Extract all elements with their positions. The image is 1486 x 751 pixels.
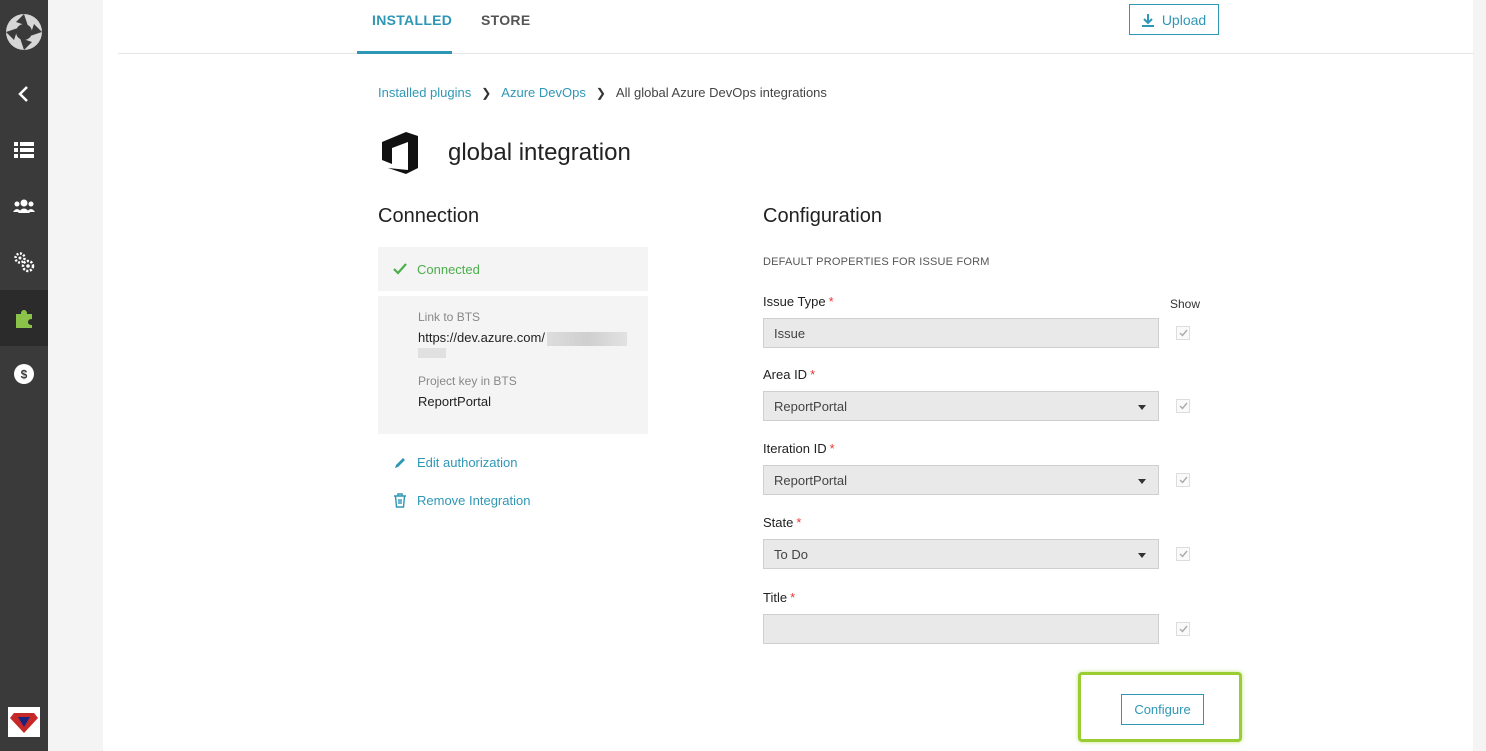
caret-down-icon xyxy=(1138,405,1146,410)
edit-authorization-label: Edit authorization xyxy=(417,455,518,470)
configuration-title: Configuration xyxy=(763,205,882,227)
required-mark: * xyxy=(828,294,834,309)
breadcrumb-chevron-icon: ❯ xyxy=(481,85,492,100)
users-icon[interactable] xyxy=(0,178,48,234)
remove-integration-label: Remove Integration xyxy=(417,493,531,508)
breadcrumb: Installed plugins ❯ Azure DevOps ❯ All g… xyxy=(378,85,827,100)
state-show-checkbox[interactable] xyxy=(1176,547,1190,561)
title-label-text: Title xyxy=(763,590,788,605)
breadcrumb-azure-devops[interactable]: Azure DevOps xyxy=(501,85,586,100)
checkmark-icon xyxy=(1179,625,1188,633)
launches-list-icon[interactable] xyxy=(0,122,48,178)
link-to-bts-value: https://dev.azure.com/ xyxy=(418,330,648,358)
trash-icon xyxy=(394,493,406,508)
checkmark-icon xyxy=(1179,402,1188,410)
redacted-blur xyxy=(546,331,627,346)
active-tab-indicator xyxy=(357,51,452,54)
tab-installed[interactable]: INSTALLED xyxy=(372,12,452,28)
iteration-id-label: Iteration ID * xyxy=(763,441,835,456)
checkmark-icon xyxy=(1179,476,1188,484)
pencil-icon xyxy=(395,457,405,468)
plugins-puzzle-icon[interactable] xyxy=(0,290,48,346)
checkmark-icon xyxy=(1179,329,1188,337)
area-id-select[interactable]: ReportPortal xyxy=(763,391,1159,421)
title-show-checkbox[interactable] xyxy=(1176,622,1190,636)
show-column-label: Show xyxy=(1170,297,1201,311)
breadcrumb-current: All global Azure DevOps integrations xyxy=(615,85,827,100)
app-logo-icon[interactable] xyxy=(0,4,48,60)
configuration-subtitle: DEFAULT PROPERTIES FOR ISSUE FORM xyxy=(763,256,990,268)
issue-type-label-text: Issue Type xyxy=(763,294,826,309)
user-avatar[interactable] xyxy=(0,694,48,750)
azure-devops-logo-icon xyxy=(380,130,426,181)
back-chevron-icon[interactable] xyxy=(0,66,48,122)
area-id-value: ReportPortal xyxy=(774,398,847,414)
required-mark: * xyxy=(829,441,835,456)
connection-details: Link to BTS https://dev.azure.com/ Proje… xyxy=(378,296,648,434)
tab-store[interactable]: STORE xyxy=(481,12,530,28)
settings-gears-icon[interactable] xyxy=(0,234,48,290)
caret-down-icon xyxy=(1138,479,1146,484)
iteration-id-value: ReportPortal xyxy=(774,472,847,488)
upload-label: Upload xyxy=(1161,11,1207,28)
tabs-bar: INSTALLED STORE Upload xyxy=(118,0,1474,54)
project-key-value: ReportPortal xyxy=(418,393,491,409)
state-select[interactable]: To Do xyxy=(763,539,1159,569)
connection-status: Connected xyxy=(378,247,648,291)
iteration-id-select[interactable]: ReportPortal xyxy=(763,465,1159,495)
issue-type-field[interactable]: Issue xyxy=(763,318,1159,348)
redacted-blur xyxy=(418,347,446,358)
configure-button[interactable]: Configure xyxy=(1121,694,1204,725)
title-label: Title * xyxy=(763,590,795,605)
svg-text:$: $ xyxy=(21,368,28,382)
breadcrumb-chevron-icon: ❯ xyxy=(595,85,606,100)
link-to-bts-label: Link to BTS xyxy=(418,310,481,324)
remove-integration-link[interactable]: Remove Integration xyxy=(393,493,530,508)
breadcrumb-installed-plugins[interactable]: Installed plugins xyxy=(378,85,471,100)
sidebar: $ xyxy=(0,0,48,751)
connection-status-label: Connected xyxy=(417,261,480,277)
billing-dollar-icon[interactable]: $ xyxy=(0,346,48,402)
edit-authorization-link[interactable]: Edit authorization xyxy=(393,455,517,470)
required-mark: * xyxy=(810,367,816,382)
iteration-id-label-text: Iteration ID xyxy=(763,441,827,456)
title-field[interactable] xyxy=(763,614,1159,644)
page-title: global integration xyxy=(448,139,631,166)
required-mark: * xyxy=(790,590,796,605)
issue-type-label: Issue Type * xyxy=(763,294,834,309)
upload-button[interactable]: Upload xyxy=(1129,4,1219,35)
checkmark-icon xyxy=(393,263,407,275)
required-mark: * xyxy=(796,515,802,530)
state-label-text: State xyxy=(763,515,794,530)
checkmark-icon xyxy=(1179,550,1188,558)
download-icon xyxy=(1141,13,1154,27)
area-id-show-checkbox[interactable] xyxy=(1176,399,1190,413)
plugin-panel: INSTALLED STORE Upload Installed plugins… xyxy=(103,0,1474,751)
iteration-id-show-checkbox[interactable] xyxy=(1176,473,1190,487)
area-id-label: Area ID * xyxy=(763,367,815,382)
area-id-label-text: Area ID xyxy=(763,367,808,382)
state-label: State * xyxy=(763,515,801,530)
caret-down-icon xyxy=(1138,553,1146,558)
connection-title: Connection xyxy=(378,205,480,227)
issue-type-show-checkbox[interactable] xyxy=(1176,326,1190,340)
state-value: To Do xyxy=(774,546,808,562)
project-key-label: Project key in BTS xyxy=(418,373,517,388)
issue-type-value: Issue xyxy=(774,325,806,341)
link-to-bts-text: https://dev.azure.com/ xyxy=(418,330,545,345)
